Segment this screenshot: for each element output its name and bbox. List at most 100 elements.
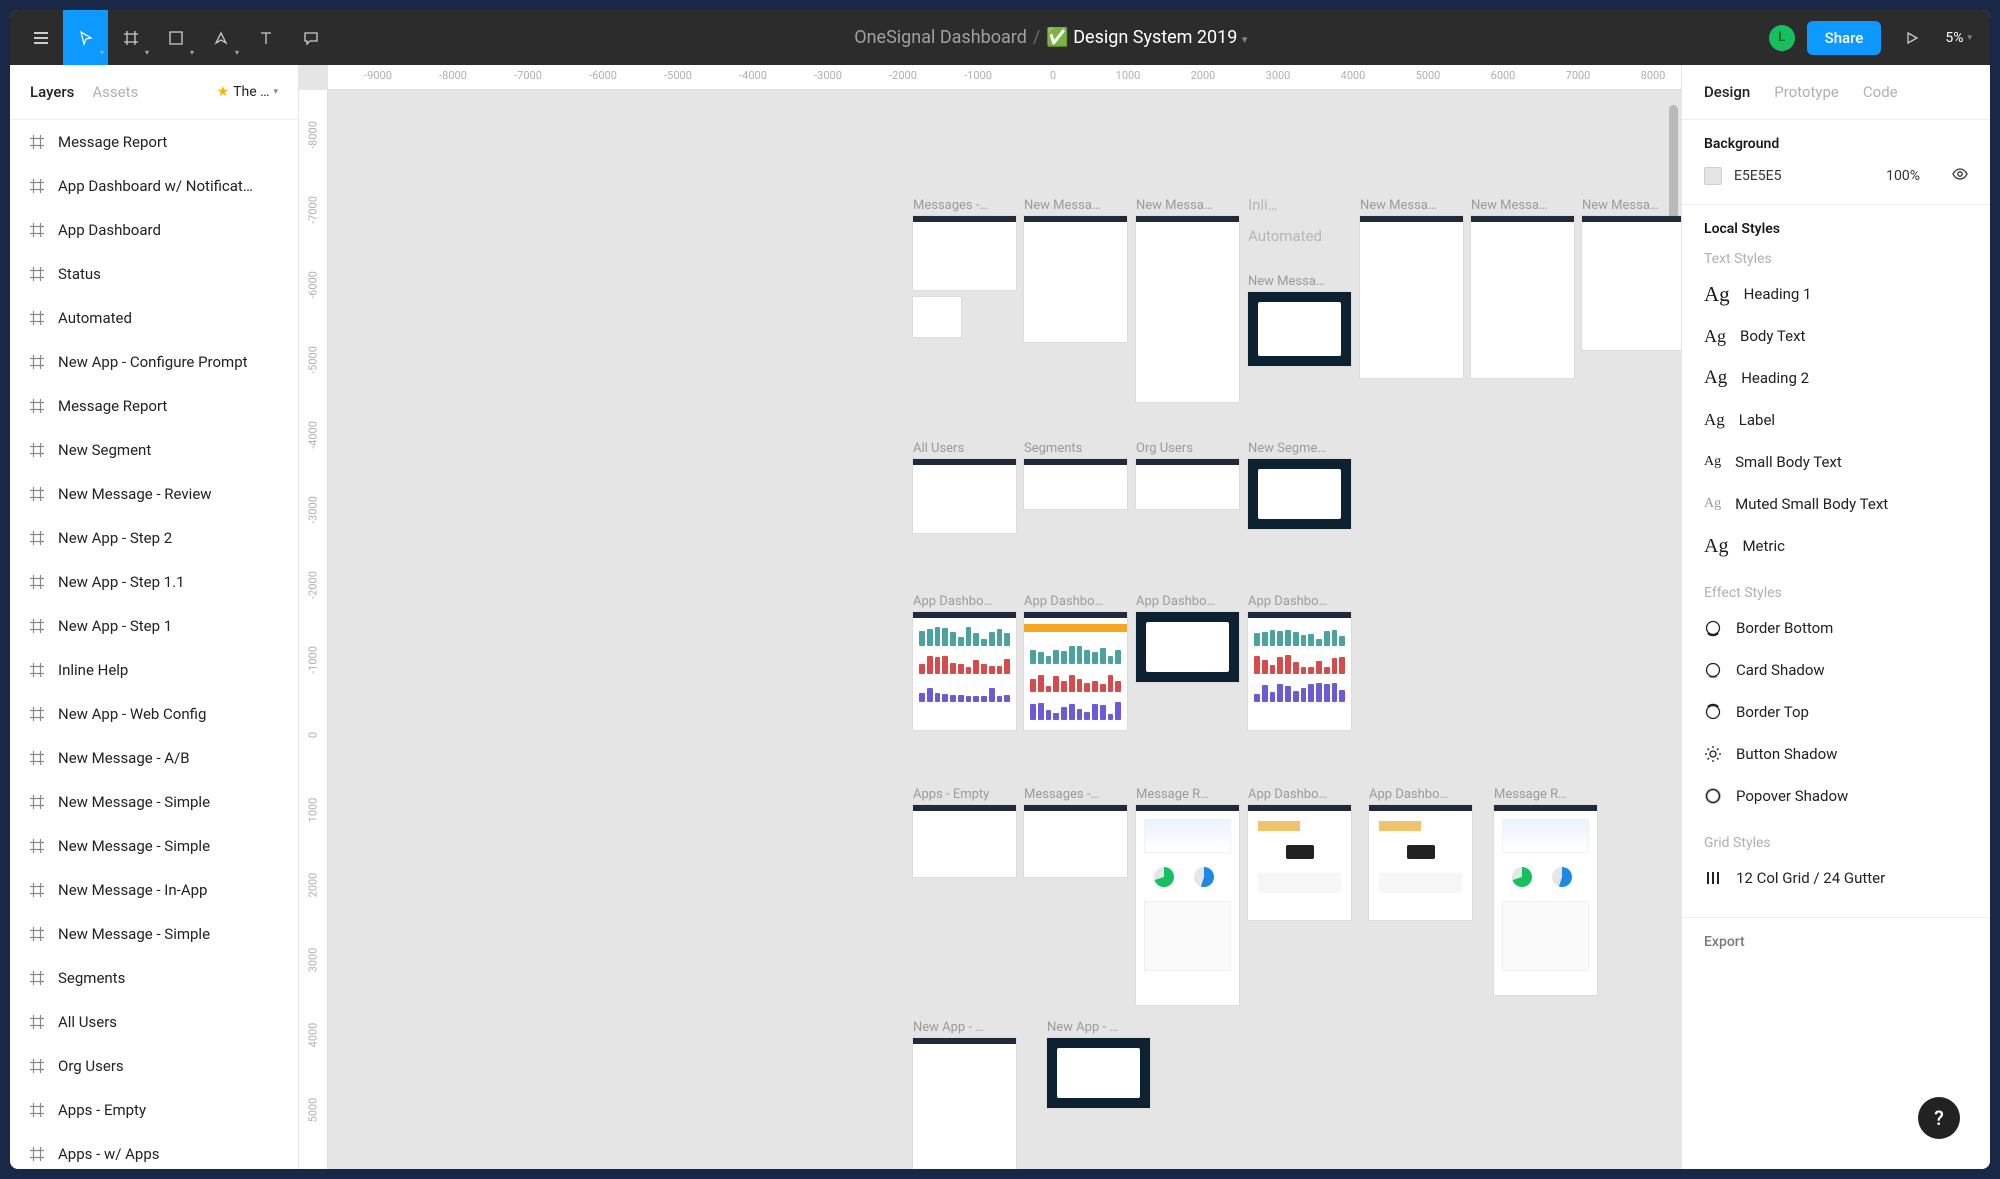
tab-assets[interactable]: Assets <box>92 83 138 101</box>
canvas-frame[interactable]: Messages -… <box>913 198 1016 290</box>
canvas-frame[interactable]: Apps - Empty <box>913 787 1016 877</box>
frame-tool[interactable]: ▾ <box>108 10 153 65</box>
frame-label[interactable]: New Messa… <box>1360 198 1463 213</box>
layer-item[interactable]: Status <box>10 252 298 296</box>
layer-item[interactable]: Org Users <box>10 1044 298 1088</box>
frame-label[interactable]: App Dashbo… <box>1136 594 1239 609</box>
canvas-frame[interactable]: Messages -… <box>1024 787 1127 877</box>
canvas-frame[interactable]: New Messa… <box>1248 274 1351 366</box>
layer-item[interactable]: Apps - w/ Apps <box>10 1132 298 1169</box>
grid-style-item[interactable]: 12 Col Grid / 24 Gutter <box>1704 857 1968 899</box>
canvas-frame[interactable]: App Dashbo… <box>913 594 1016 730</box>
canvas-frame[interactable]: New Messa… <box>1582 198 1681 350</box>
canvas-frame[interactable]: App Dashbo… <box>1369 787 1472 920</box>
frame-label[interactable]: App Dashbo… <box>1248 787 1351 802</box>
canvas-frame[interactable] <box>913 297 961 337</box>
layer-item[interactable]: New App - Step 2 <box>10 516 298 560</box>
canvas-frame[interactable]: Org Users <box>1136 441 1239 509</box>
frame-label[interactable]: Messages -… <box>1024 787 1127 802</box>
text-style-item[interactable]: AgLabel <box>1704 399 1968 441</box>
frame-label[interactable]: App Dashbo… <box>1369 787 1472 802</box>
tab-layers[interactable]: Layers <box>30 83 74 101</box>
canvas-frame[interactable]: App Dashbo… <box>1136 594 1239 682</box>
frame-label[interactable]: New App - … <box>913 1020 1016 1035</box>
tab-prototype[interactable]: Prototype <box>1774 83 1839 101</box>
effect-style-item[interactable]: Card Shadow <box>1704 649 1968 691</box>
effect-style-item[interactable]: Button Shadow <box>1704 733 1968 775</box>
frame-label[interactable]: New Messa… <box>1024 198 1127 213</box>
layer-item[interactable]: Automated <box>10 296 298 340</box>
comment-tool[interactable] <box>288 10 333 65</box>
background-hex[interactable]: E5E5E5 <box>1734 168 1781 184</box>
frame-label[interactable]: Message R… <box>1136 787 1239 802</box>
tab-design[interactable]: Design <box>1704 83 1750 101</box>
frame-label[interactable]: Apps - Empty <box>913 787 1016 802</box>
page-select[interactable]: ★The …▾ <box>217 84 278 100</box>
canvas-frame[interactable]: App Dashbo… <box>1024 594 1127 730</box>
layer-item[interactable]: Message Report <box>10 120 298 164</box>
layer-item[interactable]: All Users <box>10 1000 298 1044</box>
text-style-item[interactable]: AgHeading 2 <box>1704 357 1968 399</box>
layer-item[interactable]: New Segment <box>10 428 298 472</box>
layer-item[interactable]: Segments <box>10 956 298 1000</box>
layer-item[interactable]: New Message - Review <box>10 472 298 516</box>
effect-style-item[interactable]: Border Top <box>1704 691 1968 733</box>
frame-label[interactable]: App Dashbo… <box>913 594 1016 609</box>
canvas-frame[interactable]: New App - … <box>1047 1020 1150 1108</box>
layer-item[interactable]: New App - Web Config <box>10 692 298 736</box>
text-style-item[interactable]: AgSmall Body Text <box>1704 441 1968 483</box>
shape-tool[interactable]: ▾ <box>153 10 198 65</box>
layer-item[interactable]: New App - Step 1 <box>10 604 298 648</box>
layer-item[interactable]: New Message - Simple <box>10 780 298 824</box>
canvas-frame[interactable]: App Dashbo… <box>1248 594 1351 730</box>
pen-tool[interactable]: ▾ <box>198 10 243 65</box>
canvas-frame[interactable]: New Messa… <box>1024 198 1127 342</box>
frame-label[interactable]: Org Users <box>1136 441 1239 456</box>
canvas-frame[interactable]: Message R… <box>1136 787 1239 1005</box>
move-tool[interactable]: ▾ <box>63 10 108 65</box>
frame-label[interactable]: Messages -… <box>913 198 1016 213</box>
frame-label[interactable]: New Messa… <box>1582 198 1681 213</box>
layer-item[interactable]: New Message - Simple <box>10 912 298 956</box>
canvas-frame[interactable]: New App - … <box>913 1020 1016 1169</box>
frame-label[interactable]: All Users <box>913 441 1016 456</box>
canvas-frame[interactable]: New Segme… <box>1248 441 1351 529</box>
frame-label[interactable]: New Messa… <box>1248 274 1351 289</box>
canvas-frame[interactable]: New Messa… <box>1471 198 1574 378</box>
canvas-frame[interactable]: Segments <box>1024 441 1127 509</box>
document-title[interactable]: OneSignal Dashboard/✅ Design System 2019… <box>333 27 1769 48</box>
tab-code[interactable]: Code <box>1863 83 1898 101</box>
frame-label[interactable]: New Messa… <box>1136 198 1239 213</box>
layer-item[interactable]: New Message - In-App <box>10 868 298 912</box>
layer-item[interactable]: New App - Step 1.1 <box>10 560 298 604</box>
layer-item[interactable]: Apps - Empty <box>10 1088 298 1132</box>
zoom-select[interactable]: 5%▾ <box>1945 30 1972 46</box>
frame-label[interactable]: Segments <box>1024 441 1127 456</box>
frame-label[interactable]: App Dashbo… <box>1024 594 1127 609</box>
frame-label[interactable]: Message R… <box>1494 787 1597 802</box>
layer-item[interactable]: New Message - Simple <box>10 824 298 868</box>
present-button[interactable] <box>1897 31 1927 45</box>
frame-label[interactable]: New Messa… <box>1471 198 1574 213</box>
frame-label[interactable]: App Dashbo… <box>1248 594 1351 609</box>
text-style-item[interactable]: AgHeading 1 <box>1704 273 1968 315</box>
layer-item[interactable]: App Dashboard <box>10 208 298 252</box>
text-style-item[interactable]: AgMuted Small Body Text <box>1704 483 1968 525</box>
layer-item[interactable]: App Dashboard w/ Notificat… <box>10 164 298 208</box>
effect-style-item[interactable]: Popover Shadow <box>1704 775 1968 817</box>
frame-label[interactable]: New App - … <box>1047 1020 1150 1035</box>
frame-label[interactable]: Inli… <box>1248 196 1298 214</box>
frame-label[interactable]: New Segme… <box>1248 441 1351 456</box>
share-button[interactable]: Share <box>1807 21 1882 55</box>
canvas[interactable]: -9000-8000-7000-6000-5000-4000-3000-2000… <box>299 65 1681 1169</box>
layer-item[interactable]: New Message - A/B <box>10 736 298 780</box>
layer-item[interactable]: New App - Configure Prompt <box>10 340 298 384</box>
text-style-item[interactable]: AgBody Text <box>1704 315 1968 357</box>
canvas-frame[interactable]: All Users <box>913 441 1016 533</box>
canvas-frame[interactable]: Message R… <box>1494 787 1597 995</box>
text-tool[interactable] <box>243 10 288 65</box>
layer-item[interactable]: Message Report <box>10 384 298 428</box>
canvas-frame[interactable]: New Messa… <box>1136 198 1239 402</box>
help-button[interactable]: ? <box>1918 1097 1960 1139</box>
effect-style-item[interactable]: Border Bottom <box>1704 607 1968 649</box>
